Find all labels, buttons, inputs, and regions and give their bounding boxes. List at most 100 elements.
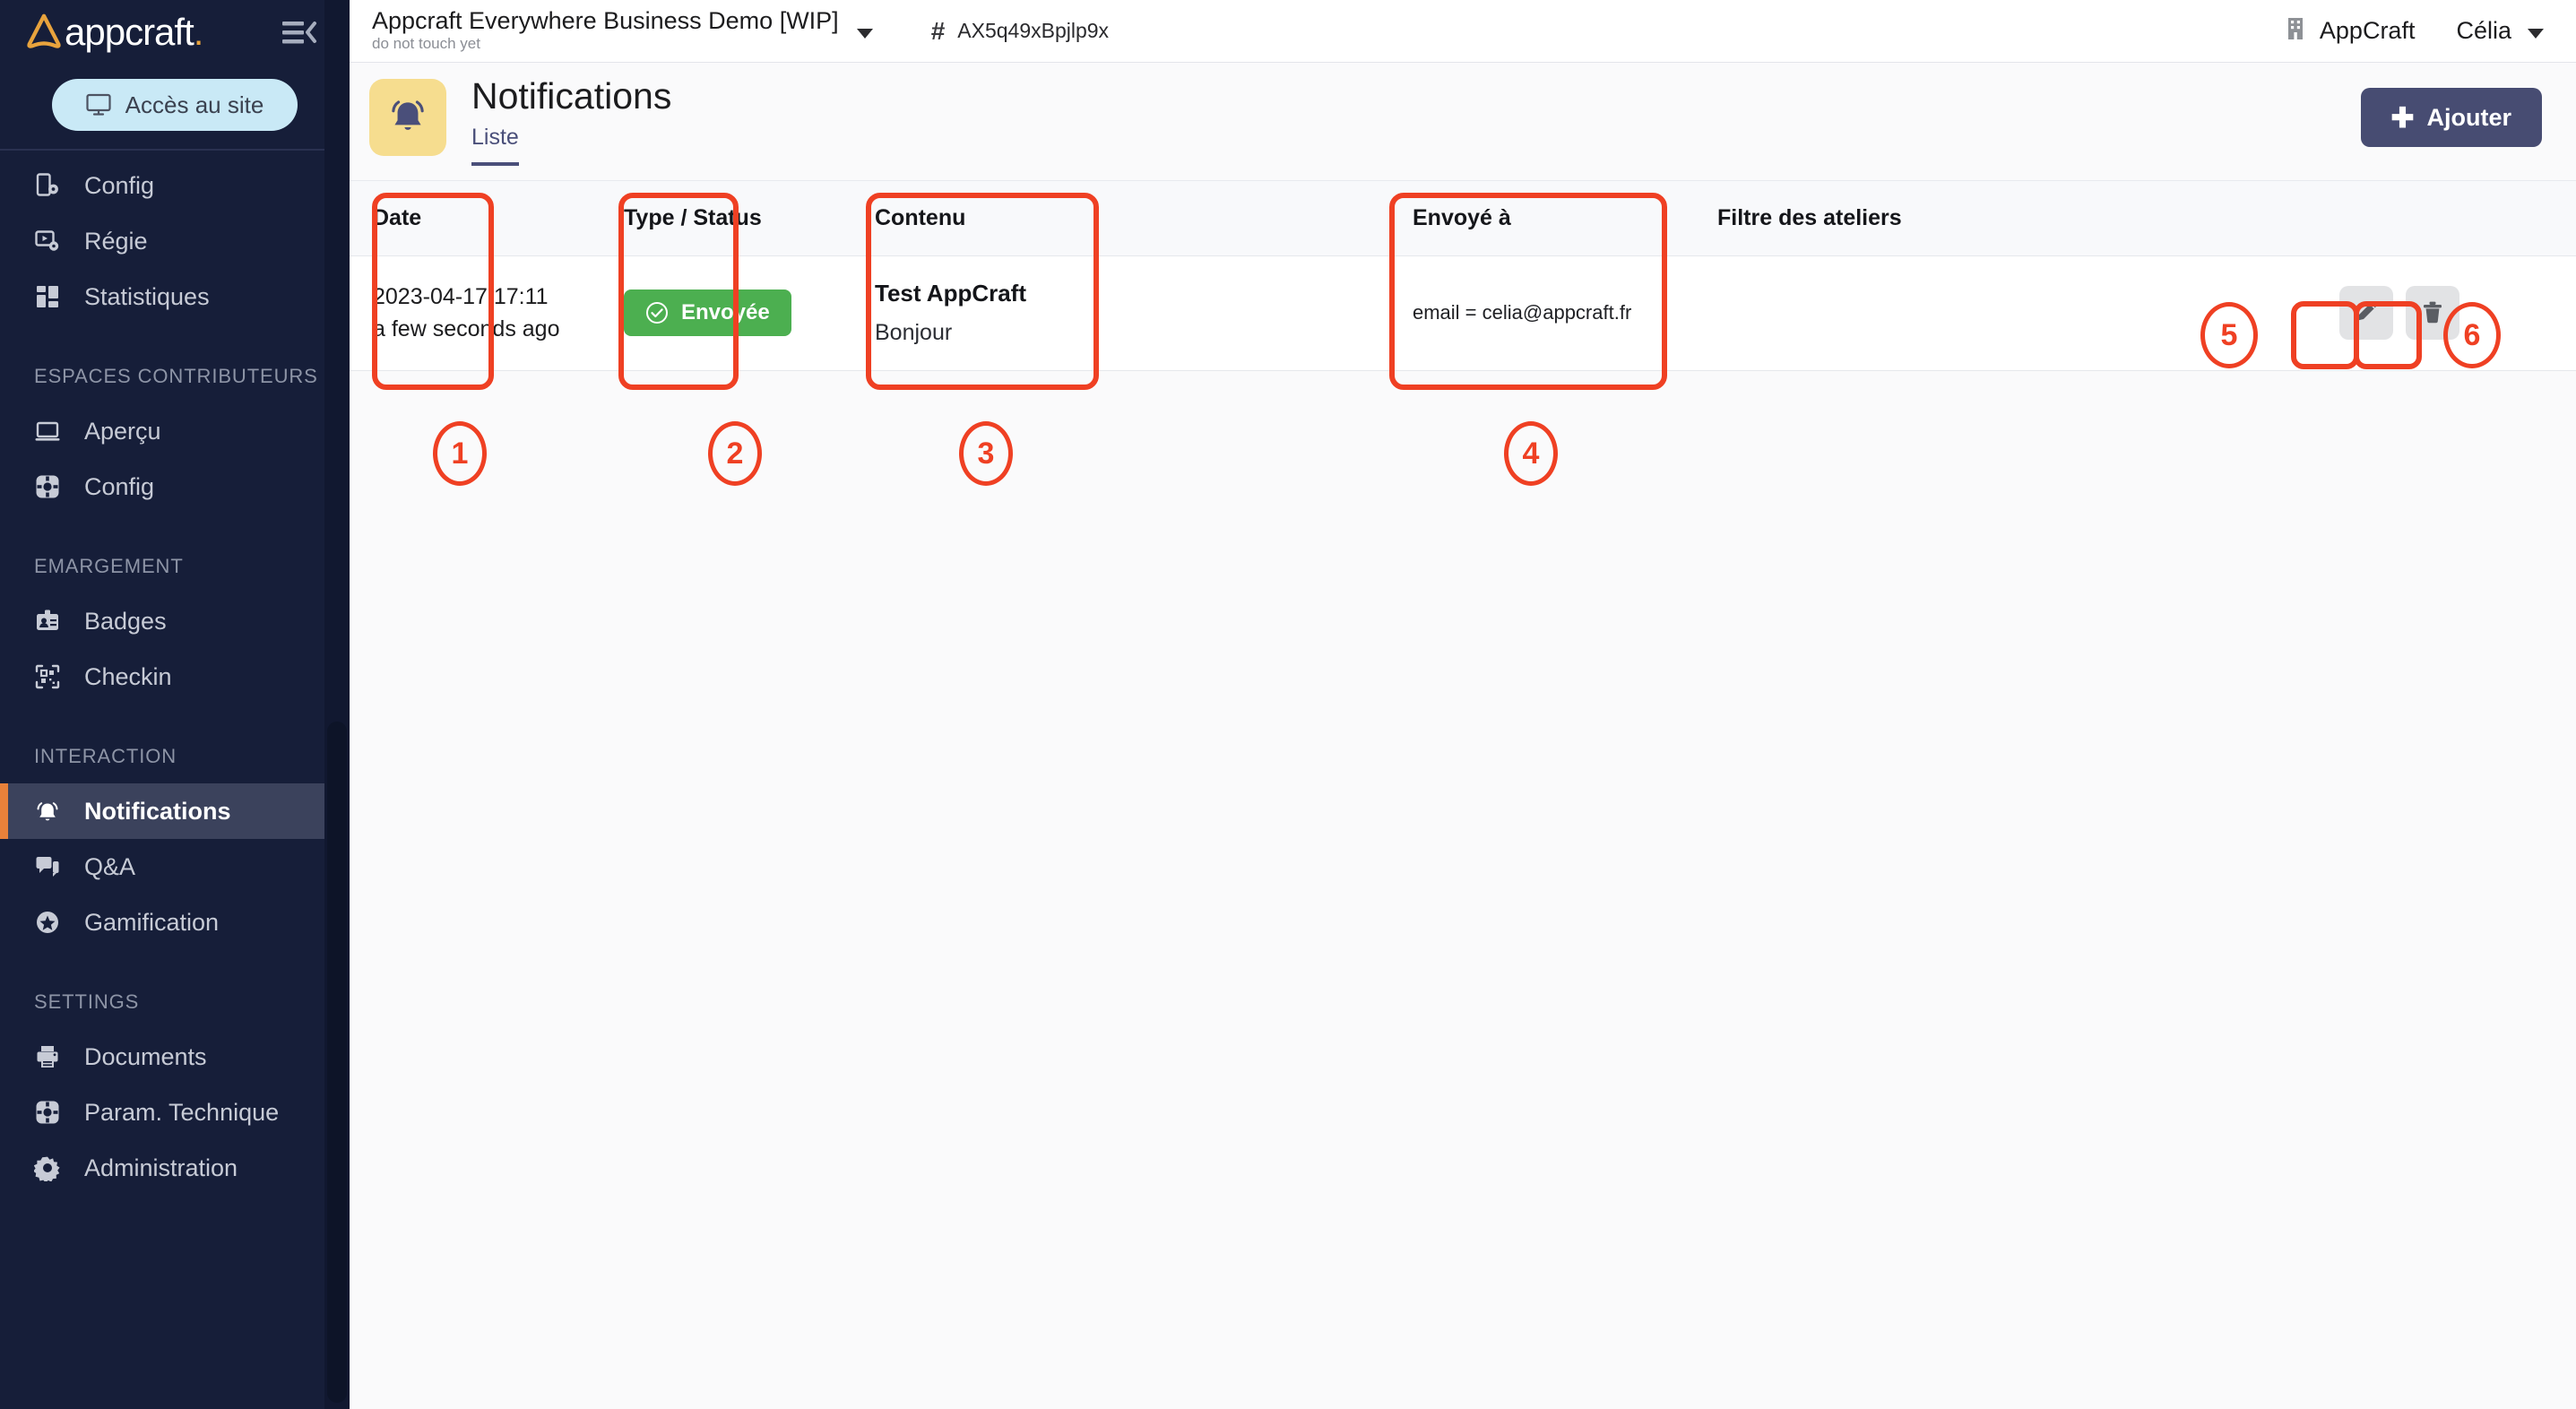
add-button-label: Ajouter: [2426, 103, 2512, 131]
delete-button[interactable]: [2406, 286, 2459, 341]
tab-liste[interactable]: Liste: [471, 125, 519, 167]
brand-word-text: appcraft: [65, 11, 194, 53]
sidebar-item-label: Config: [84, 472, 155, 500]
sidebar-item-q-a[interactable]: Q&A: [0, 839, 324, 895]
sidebar-item-gamification[interactable]: Gamification: [0, 895, 324, 950]
star-badge-icon: [34, 909, 61, 936]
badge-icon: [34, 608, 61, 635]
sidebar-item-badges[interactable]: Badges: [0, 593, 324, 649]
access-site-wrap: Accès au site: [0, 65, 350, 149]
plus-icon: ✚: [2390, 101, 2415, 134]
project-title: Appcraft Everywhere Business Demo [WIP]: [372, 7, 839, 35]
sidebar-item-config[interactable]: Config: [0, 158, 324, 213]
appcraft-triangle-logo-icon: [23, 12, 65, 53]
project-selector[interactable]: Appcraft Everywhere Business Demo [WIP] …: [372, 8, 873, 54]
brand-row: appcraft.: [0, 0, 350, 65]
col-header-date[interactable]: Date: [350, 181, 601, 256]
page-header: Notifications Liste ✚ Ajouter: [350, 63, 2576, 181]
sidebar-item-label: Administration: [84, 1154, 238, 1181]
sidebar-item-documents[interactable]: Documents: [0, 1029, 324, 1085]
sidebar-item-param-technique[interactable]: Param. Technique: [0, 1085, 324, 1140]
sidebar-item-label: Param. Technique: [84, 1098, 280, 1126]
gear-round-icon: [34, 473, 61, 500]
col-header-contenu[interactable]: Contenu: [851, 181, 1102, 256]
cell-type-status: Envoyée: [601, 255, 851, 371]
sidebar-section-emargement: EMARGEMENT: [34, 555, 184, 577]
date-relative: a few seconds ago: [373, 316, 560, 342]
laptop-icon: [34, 418, 61, 445]
sidebar-section-settings: SETTINGS: [34, 990, 140, 1013]
pencil-icon: [2353, 298, 2380, 328]
page-icon-tile: [369, 79, 446, 156]
sidebar-item-label: Notifications: [84, 797, 231, 825]
topbar-right: AppCraft Célia: [2286, 16, 2576, 46]
org-selector[interactable]: AppCraft: [2286, 16, 2415, 46]
bell-icon: [34, 798, 61, 825]
sidebar-scrollbar-track[interactable]: [324, 0, 350, 1409]
content-title: Test AppCraft: [875, 280, 1026, 307]
table-row[interactable]: 2023-04-17 17:11 a few seconds ago Envoy…: [350, 255, 2576, 371]
chevron-down-icon[interactable]: [2528, 29, 2544, 39]
user-name: Célia: [2456, 17, 2511, 44]
project-texts: Appcraft Everywhere Business Demo [WIP] …: [372, 8, 839, 54]
table-body: 2023-04-17 17:11 a few seconds ago Envoy…: [350, 255, 2576, 371]
sidebar-item-label: Aperçu: [84, 417, 161, 445]
access-site-label: Accès au site: [125, 91, 264, 118]
check-circle-icon: [645, 301, 669, 324]
trash-icon: [2419, 298, 2446, 328]
sidebar-section-espaces-contributeurs: ESPACES CONTRIBUTEURS: [34, 365, 318, 387]
cell-filtre-ateliers: [1694, 255, 2196, 371]
cell-envoye-a: email = celia@appcraft.fr: [1389, 255, 1694, 371]
col-header-filtre-ateliers[interactable]: Filtre des ateliers: [1694, 181, 2196, 256]
col-header-spacer: [1102, 181, 1389, 256]
sidebar-item-administration[interactable]: Administration: [0, 1140, 324, 1196]
collapse-sidebar-icon[interactable]: [281, 19, 317, 46]
sidebar-item-label: Gamification: [84, 908, 220, 936]
notifications-table: Date Type / Status Contenu Envoyé à Filt…: [350, 181, 2576, 371]
sidebar-scrollbar-thumb[interactable]: [327, 722, 347, 1403]
monitor-icon: [86, 93, 111, 117]
sidebar-item-notifications[interactable]: Notifications: [0, 783, 324, 839]
add-button[interactable]: ✚ Ajouter: [2360, 88, 2542, 147]
sidebar-item-r-gie[interactable]: Régie: [0, 213, 324, 269]
col-header-type[interactable]: Type / Status: [601, 181, 851, 256]
chevron-down-icon[interactable]: [856, 28, 873, 39]
sidebar-item-label: Statistiques: [84, 282, 210, 310]
brand-wordmark: appcraft.: [65, 13, 203, 51]
printer-icon: [34, 1043, 61, 1070]
sidebar-nav-list: Config Régie Statistiques ESPACES CONTRIBUT…: [0, 151, 350, 1196]
sidebar-item-label: Config: [84, 171, 155, 199]
sidebar-item-config[interactable]: Config: [0, 459, 324, 514]
sidebar-item-label: Checkin: [84, 662, 172, 690]
top-bar: Appcraft Everywhere Business Demo [WIP] …: [350, 0, 2576, 63]
cell-actions: [2196, 255, 2576, 371]
video-settings-icon: [34, 228, 61, 255]
hash-icon: #: [930, 16, 946, 45]
page-title: Notifications: [471, 75, 672, 117]
project-subtitle: do not touch yet: [372, 35, 480, 53]
col-header-actions: [2196, 181, 2576, 256]
table-header-row: Date Type / Status Contenu Envoyé à Filt…: [350, 181, 2576, 256]
qrcode-icon: [34, 663, 61, 690]
brand-dot: .: [193, 11, 204, 53]
status-label: Envoyée: [681, 300, 770, 325]
access-site-button[interactable]: Accès au site: [51, 79, 298, 131]
edit-button[interactable]: [2339, 286, 2393, 341]
col-header-envoye-a[interactable]: Envoyé à: [1389, 181, 1694, 256]
gear-round-icon: [34, 1099, 61, 1126]
sidebar-item-aper-u[interactable]: Aperçu: [0, 403, 324, 459]
sidebar-item-label: Q&A: [84, 852, 136, 880]
sidebar-item-statistiques[interactable]: Statistiques: [0, 269, 324, 324]
user-menu[interactable]: Célia: [2456, 17, 2544, 45]
cell-contenu: Test AppCraft Bonjour: [851, 255, 1102, 371]
cell-spacer: [1102, 255, 1389, 371]
dashboard-icon: [34, 283, 61, 310]
row-actions: [2339, 286, 2459, 341]
status-badge[interactable]: Envoyée: [624, 290, 791, 337]
sidebar-item-checkin[interactable]: Checkin: [0, 649, 324, 704]
sidebar-section-interaction: INTERACTION: [34, 745, 177, 767]
building-icon: [2286, 16, 2305, 46]
content-body: Bonjour: [875, 320, 953, 345]
sidebar-item-label: Badges: [84, 607, 167, 635]
gear-icon: [33, 1154, 61, 1183]
